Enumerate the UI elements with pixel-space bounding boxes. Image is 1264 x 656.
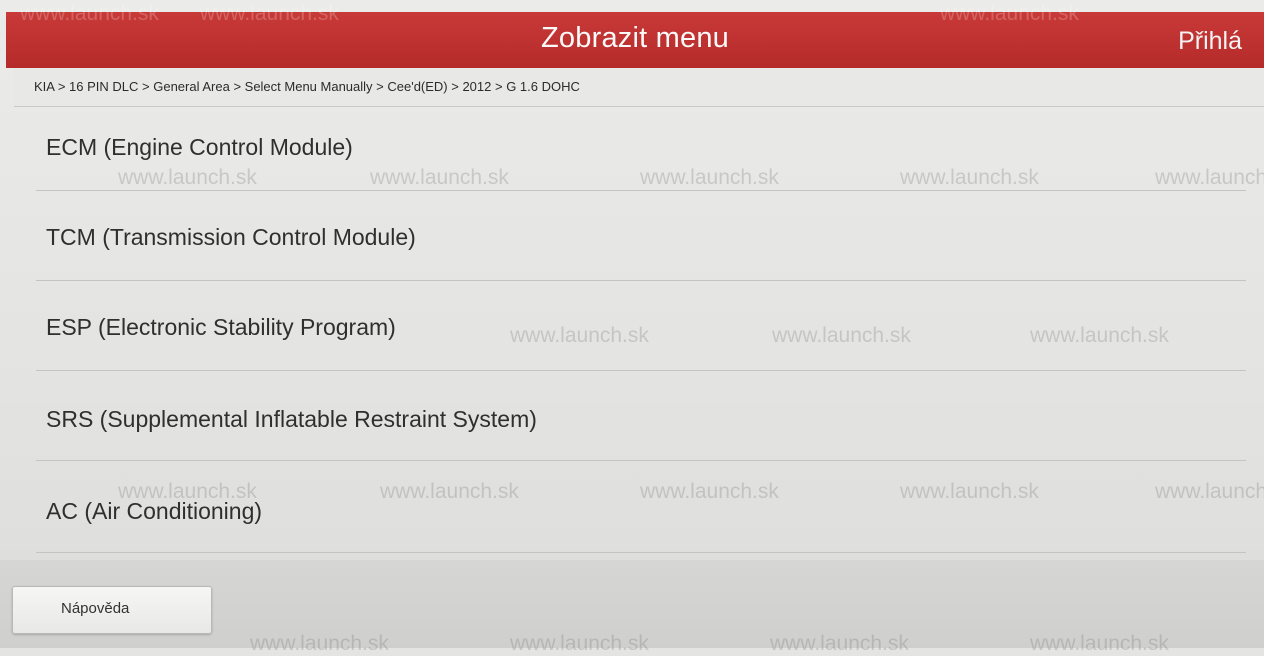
menu-item-ac[interactable]: AC (Air Conditioning) [0,464,1264,552]
footer-bar: Nápověda [0,560,1264,648]
menu-item-label: TCM (Transmission Control Module) [46,224,416,250]
help-button-label: Nápověda [61,600,130,617]
menu-item-label: ECM (Engine Control Module) [46,134,353,160]
menu-item-label: ESP (Electronic Stability Program) [46,314,396,340]
help-button[interactable]: Nápověda [12,586,212,634]
breadcrumb-bar: KIA > 16 PIN DLC > General Area > Select… [14,68,1264,107]
menu-item-srs[interactable]: SRS (Supplemental Inflatable Restraint S… [0,374,1264,462]
divider [36,190,1246,191]
menu-item-label: AC (Air Conditioning) [46,498,263,524]
title-bar: Zobrazit menu Přihlá [6,12,1264,68]
breadcrumb: KIA > 16 PIN DLC > General Area > Select… [34,79,580,94]
divider [36,370,1246,371]
app-frame: Zobrazit menu Přihlá KIA > 16 PIN DLC > … [0,0,1264,655]
menu-item-ecm[interactable]: ECM (Engine Control Module) [0,106,1264,194]
divider [36,552,1246,553]
login-button[interactable]: Přihlá [1178,27,1242,56]
menu-item-esp[interactable]: ESP (Electronic Stability Program) [0,284,1264,372]
page-title: Zobrazit menu [541,22,729,54]
divider [36,460,1246,461]
menu-item-label: SRS (Supplemental Inflatable Restraint S… [46,406,537,432]
menu-item-tcm[interactable]: TCM (Transmission Control Module) [0,194,1264,282]
divider [36,280,1246,281]
menu-list: ECM (Engine Control Module) TCM (Transmi… [0,106,1264,560]
